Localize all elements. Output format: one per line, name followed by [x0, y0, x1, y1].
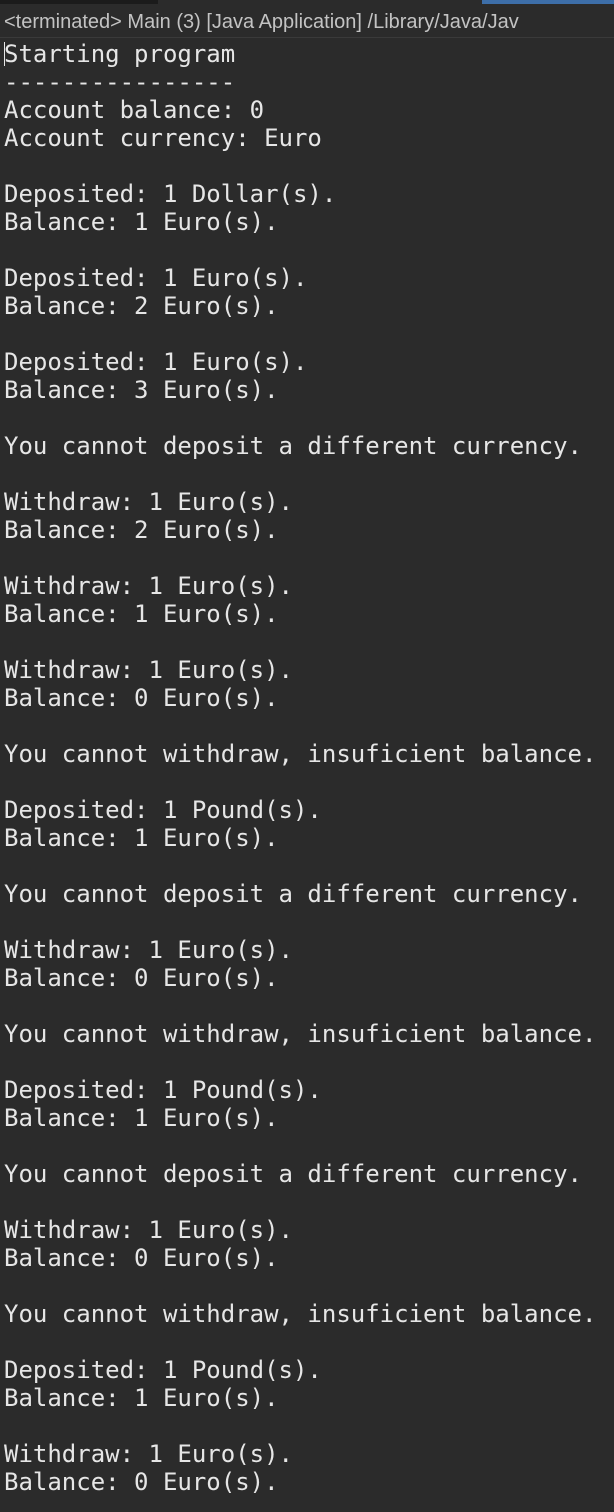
console-line: Withdraw: 1 Euro(s).: [4, 936, 293, 964]
console-output[interactable]: Starting program ---------------- Accoun…: [0, 40, 614, 1512]
console-line-text: Starting program: [4, 40, 236, 68]
console-line: You cannot withdraw, insuficient balance…: [4, 1300, 597, 1328]
console-line: You cannot withdraw, insuficient balance…: [4, 740, 597, 768]
console-line: Balance: 2 Euro(s).: [4, 516, 279, 544]
console-line: Withdraw: 1 Euro(s).: [4, 656, 293, 684]
console-line: Withdraw: 1 Euro(s).: [4, 488, 293, 516]
console-line: Deposited: 1 Euro(s).: [4, 264, 308, 292]
console-line: Deposited: 1 Pound(s).: [4, 796, 322, 824]
console-line: Withdraw: 1 Euro(s).: [4, 1216, 293, 1244]
tab-strip-active-segment: [482, 0, 614, 4]
console-header-title: <terminated> Main (3) [Java Application]…: [0, 6, 614, 38]
console-line: Balance: 1 Euro(s).: [4, 600, 279, 628]
console-line: Deposited: 1 Euro(s).: [4, 348, 308, 376]
console-line: Withdraw: 1 Euro(s).: [4, 1440, 293, 1468]
console-line: ----------------: [4, 68, 236, 96]
console-line: Account balance: 0: [4, 96, 265, 124]
console-line: Deposited: 1 Dollar(s).: [4, 180, 337, 208]
console-line: Balance: 1 Euro(s).: [4, 1104, 279, 1132]
console-line: Deposited: 1 Pound(s).: [4, 1076, 322, 1104]
console-line: Balance: 1 Euro(s).: [4, 824, 279, 852]
console-line: Balance: 0 Euro(s).: [4, 1244, 279, 1272]
console-line: You cannot withdraw, insuficient balance…: [4, 1020, 597, 1048]
top-tab-strip: [0, 0, 614, 5]
console-line: Deposited: 1 Pound(s).: [4, 1356, 322, 1384]
console-line: Balance: 0 Euro(s).: [4, 964, 279, 992]
console-line: You cannot deposit a different currency.: [4, 1160, 582, 1188]
console-line: Account currency: Euro: [4, 124, 322, 152]
console-line: Balance: 1 Euro(s).: [4, 1384, 279, 1412]
console-line: Balance: 3 Euro(s).: [4, 376, 279, 404]
console-line: Withdraw: 1 Euro(s).: [4, 572, 293, 600]
console-line: Balance: 0 Euro(s).: [4, 1468, 279, 1496]
console-line: Starting program: [0, 40, 614, 68]
console-line: Balance: 1 Euro(s).: [4, 208, 279, 236]
console-line: Balance: 2 Euro(s).: [4, 292, 279, 320]
tab-strip-dark-segment: [0, 0, 158, 4]
console-line: You cannot deposit a different currency.: [4, 880, 582, 908]
console-line: You cannot deposit a different currency.: [4, 432, 582, 460]
console-line: Balance: 0 Euro(s).: [4, 684, 279, 712]
